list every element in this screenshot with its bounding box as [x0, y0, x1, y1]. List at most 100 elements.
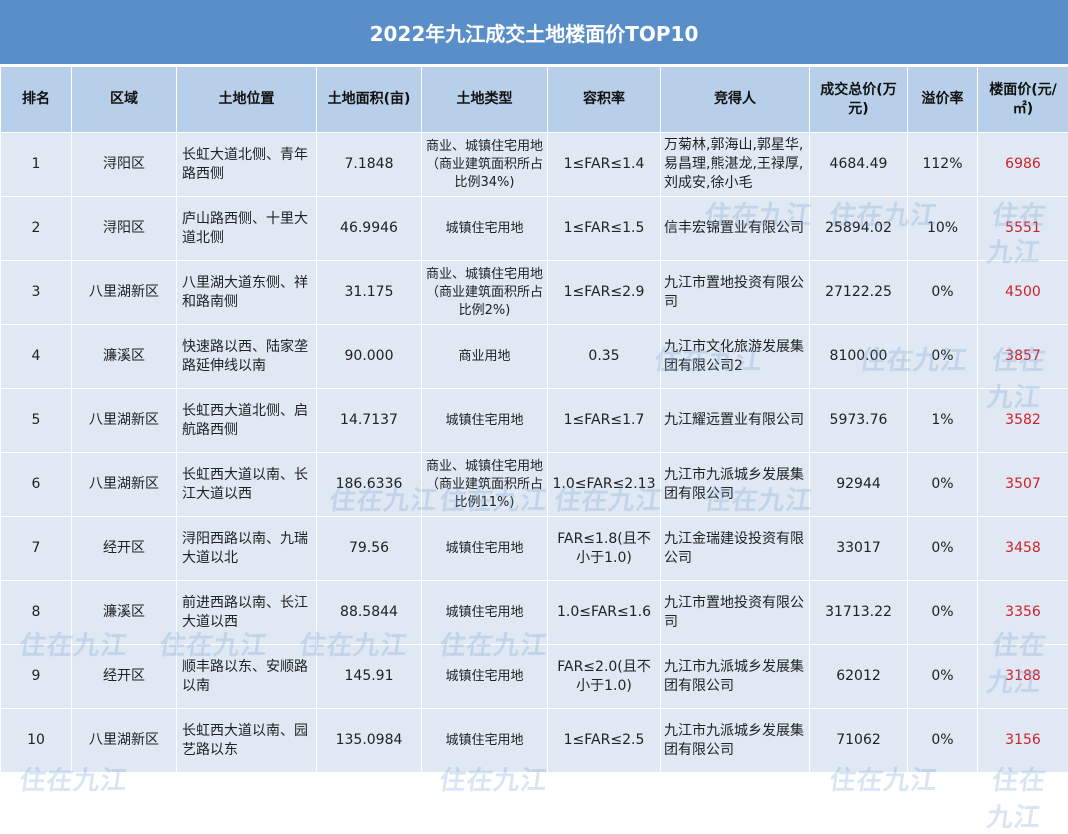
cell-district: 经开区 — [72, 517, 177, 581]
cell-winner: 九江市九派城乡发展集团有限公司 — [661, 709, 810, 773]
cell-land-type: 商业用地 — [422, 325, 548, 389]
cell-district: 濂溪区 — [72, 325, 177, 389]
cell-far: 1≤FAR≤1.7 — [548, 389, 661, 453]
cell-far: 0.35 — [548, 325, 661, 389]
cell-district: 浔阳区 — [72, 133, 177, 197]
cell-winner: 信丰宏锦置业有限公司 — [661, 197, 810, 261]
cell-land-type: 城镇住宅用地 — [422, 197, 548, 261]
cell-area: 31.175 — [317, 261, 422, 325]
cell-floor-price: 3582 — [978, 389, 1068, 453]
cell-total: 33017 — [810, 517, 908, 581]
header-land-type: 土地类型 — [422, 67, 548, 133]
header-far: 容积率 — [548, 67, 661, 133]
cell-rank: 1 — [1, 133, 72, 197]
cell-floor-price: 3156 — [978, 709, 1068, 773]
cell-land-type: 城镇住宅用地 — [422, 709, 548, 773]
cell-district: 八里湖新区 — [72, 709, 177, 773]
cell-winner: 九江金瑞建设投资有限公司 — [661, 517, 810, 581]
ranking-sheet: 2022年九江成交土地楼面价TOP10 排名 区域 土地位置 土地面积(亩) 土… — [0, 0, 1068, 813]
table-row: 10八里湖新区长虹西大道以南、园艺路以东135.0984城镇住宅用地1≤FAR≤… — [1, 709, 1068, 773]
cell-far: FAR≤1.8(且不小于1.0) — [548, 517, 661, 581]
cell-land-type: 城镇住宅用地 — [422, 581, 548, 645]
cell-winner: 九江市九派城乡发展集团有限公司 — [661, 645, 810, 709]
cell-location: 八里湖大道东侧、祥和路南侧 — [177, 261, 317, 325]
cell-total: 4684.49 — [810, 133, 908, 197]
cell-area: 7.1848 — [317, 133, 422, 197]
cell-rank: 4 — [1, 325, 72, 389]
cell-land-type: 城镇住宅用地 — [422, 517, 548, 581]
cell-total: 62012 — [810, 645, 908, 709]
cell-rank: 5 — [1, 389, 72, 453]
cell-area: 79.56 — [317, 517, 422, 581]
cell-far: 1≤FAR≤2.9 — [548, 261, 661, 325]
cell-area: 46.9946 — [317, 197, 422, 261]
cell-location: 浔阳西路以南、九瑞大道以北 — [177, 517, 317, 581]
cell-land-type: 商业、城镇住宅用地（商业建筑面积所占比例34%) — [422, 133, 548, 197]
cell-area: 14.7137 — [317, 389, 422, 453]
cell-location: 长虹大道北侧、青年路西侧 — [177, 133, 317, 197]
cell-floor-price: 3188 — [978, 645, 1068, 709]
cell-district: 经开区 — [72, 645, 177, 709]
cell-far: FAR≤2.0(且不小于1.0) — [548, 645, 661, 709]
cell-area: 135.0984 — [317, 709, 422, 773]
cell-district: 八里湖新区 — [72, 453, 177, 517]
cell-area: 90.000 — [317, 325, 422, 389]
cell-district: 八里湖新区 — [72, 389, 177, 453]
table-row: 5八里湖新区长虹西大道北侧、启航路西侧14.7137城镇住宅用地1≤FAR≤1.… — [1, 389, 1068, 453]
cell-rank: 6 — [1, 453, 72, 517]
cell-area: 186.6336 — [317, 453, 422, 517]
cell-premium: 0% — [908, 453, 978, 517]
cell-location: 长虹西大道以南、长江大道以西 — [177, 453, 317, 517]
cell-floor-price: 3356 — [978, 581, 1068, 645]
page-title: 2022年九江成交土地楼面价TOP10 — [0, 0, 1068, 66]
table-row: 4濂溪区快速路以西、陆家垄路延伸线以南90.000商业用地0.35九江市文化旅游… — [1, 325, 1068, 389]
land-price-table: 排名 区域 土地位置 土地面积(亩) 土地类型 容积率 竞得人 成交总价(万元)… — [0, 66, 1068, 773]
cell-rank: 8 — [1, 581, 72, 645]
cell-far: 1≤FAR≤1.5 — [548, 197, 661, 261]
header-rank: 排名 — [1, 67, 72, 133]
cell-winner: 九江市置地投资有限公司 — [661, 581, 810, 645]
cell-land-type: 商业、城镇住宅用地（商业建筑面积所占比例11%) — [422, 453, 548, 517]
cell-winner: 九江市置地投资有限公司 — [661, 261, 810, 325]
cell-premium: 0% — [908, 645, 978, 709]
table-row: 2浔阳区庐山路西侧、十里大道北侧46.9946城镇住宅用地1≤FAR≤1.5信丰… — [1, 197, 1068, 261]
table-body: 1浔阳区长虹大道北侧、青年路西侧7.1848商业、城镇住宅用地（商业建筑面积所占… — [1, 133, 1068, 773]
cell-far: 1.0≤FAR≤2.13 — [548, 453, 661, 517]
cell-area: 145.91 — [317, 645, 422, 709]
cell-winner: 九江市九派城乡发展集团有限公司 — [661, 453, 810, 517]
cell-rank: 2 — [1, 197, 72, 261]
cell-far: 1≤FAR≤1.4 — [548, 133, 661, 197]
cell-location: 长虹西大道北侧、启航路西侧 — [177, 389, 317, 453]
table-row: 1浔阳区长虹大道北侧、青年路西侧7.1848商业、城镇住宅用地（商业建筑面积所占… — [1, 133, 1068, 197]
cell-far: 1.0≤FAR≤1.6 — [548, 581, 661, 645]
table-row: 3八里湖新区八里湖大道东侧、祥和路南侧31.175商业、城镇住宅用地（商业建筑面… — [1, 261, 1068, 325]
table-row: 6八里湖新区长虹西大道以南、长江大道以西186.6336商业、城镇住宅用地（商业… — [1, 453, 1068, 517]
cell-location: 快速路以西、陆家垄路延伸线以南 — [177, 325, 317, 389]
cell-winner: 九江市文化旅游发展集团有限公司2 — [661, 325, 810, 389]
cell-total: 92944 — [810, 453, 908, 517]
cell-premium: 1% — [908, 389, 978, 453]
cell-rank: 10 — [1, 709, 72, 773]
header-location: 土地位置 — [177, 67, 317, 133]
cell-far: 1≤FAR≤2.5 — [548, 709, 661, 773]
cell-floor-price: 6986 — [978, 133, 1068, 197]
cell-premium: 0% — [908, 517, 978, 581]
cell-rank: 9 — [1, 645, 72, 709]
cell-land-type: 城镇住宅用地 — [422, 389, 548, 453]
header-district: 区域 — [72, 67, 177, 133]
cell-total: 8100.00 — [810, 325, 908, 389]
cell-premium: 112% — [908, 133, 978, 197]
cell-total: 27122.25 — [810, 261, 908, 325]
cell-district: 八里湖新区 — [72, 261, 177, 325]
cell-premium: 0% — [908, 709, 978, 773]
cell-rank: 3 — [1, 261, 72, 325]
cell-land-type: 商业、城镇住宅用地（商业建筑面积所占比例2%) — [422, 261, 548, 325]
cell-floor-price: 4500 — [978, 261, 1068, 325]
header-premium: 溢价率 — [908, 67, 978, 133]
cell-total: 71062 — [810, 709, 908, 773]
cell-floor-price: 3507 — [978, 453, 1068, 517]
cell-land-type: 城镇住宅用地 — [422, 645, 548, 709]
cell-location: 顺丰路以东、安顺路以南 — [177, 645, 317, 709]
cell-total: 25894.02 — [810, 197, 908, 261]
header-area: 土地面积(亩) — [317, 67, 422, 133]
